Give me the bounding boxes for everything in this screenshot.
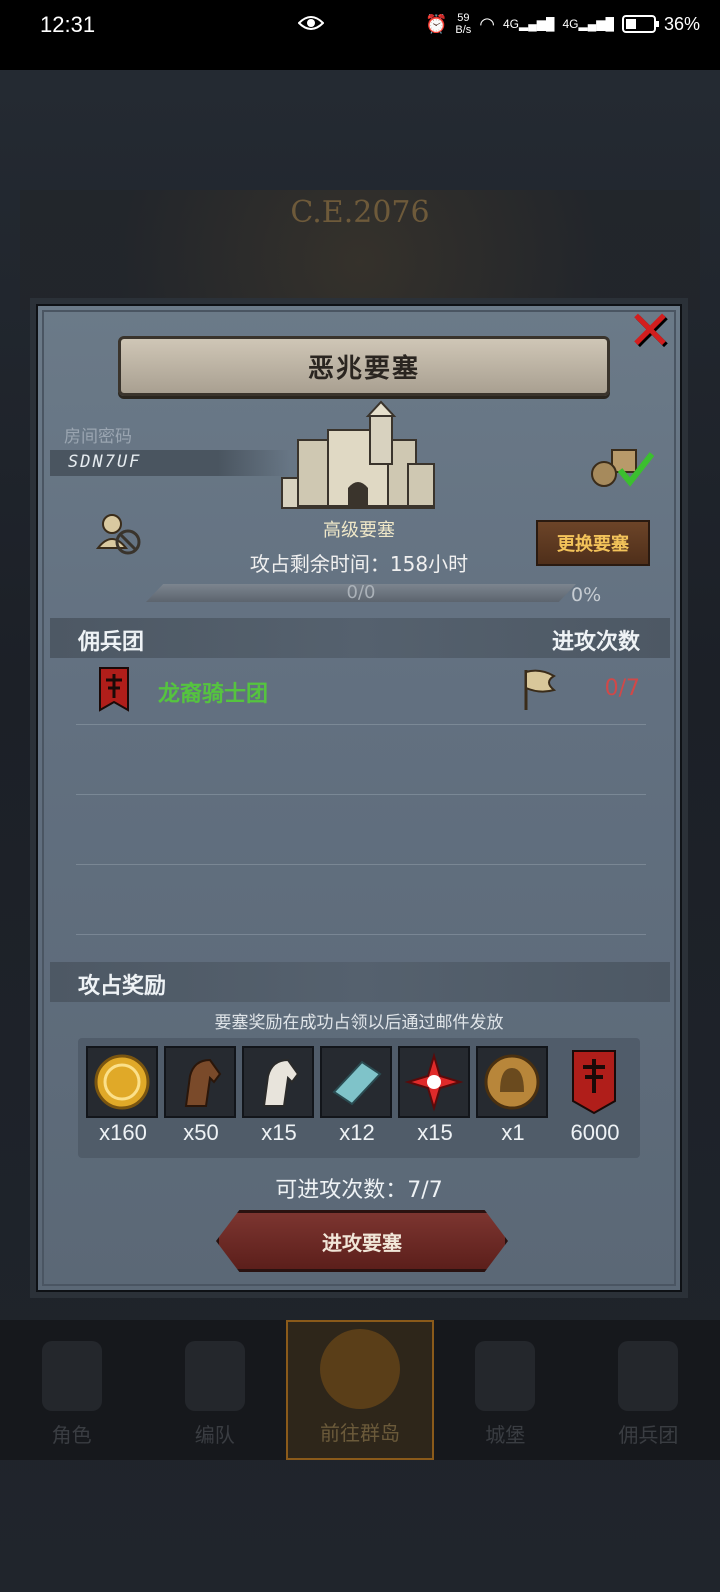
nav-castle[interactable]: 城堡 xyxy=(434,1320,577,1460)
no-participant-icon xyxy=(95,514,141,555)
white-horse-icon xyxy=(262,1058,300,1107)
reward-item[interactable]: x50 xyxy=(164,1046,238,1156)
globe-icon xyxy=(320,1329,400,1409)
reward-item[interactable]: x1 xyxy=(476,1046,550,1156)
guild-banner-icon xyxy=(99,667,129,712)
castle-icon xyxy=(281,400,435,509)
castle-icon xyxy=(475,1341,536,1411)
nav-guild[interactable]: 佣兵团 xyxy=(577,1320,720,1460)
guild-icon xyxy=(618,1341,679,1411)
change-fortress-button[interactable]: 更换要塞 xyxy=(536,520,650,566)
title-plate: 恶兆要塞 xyxy=(118,336,610,396)
net-speed: 59 B/s xyxy=(455,12,472,36)
reward-item[interactable]: 6000 xyxy=(558,1046,632,1156)
cloth-roll-icon xyxy=(332,1060,382,1106)
reward-item[interactable]: x12 xyxy=(320,1046,394,1156)
status-time: 12:31 xyxy=(40,12,96,37)
brown-horse-icon xyxy=(184,1058,222,1107)
reward-item[interactable]: x15 xyxy=(242,1046,316,1156)
reward-hint: 要塞奖励在成功占领以后通过邮件发放 xyxy=(214,1013,504,1033)
knight-medal-icon xyxy=(484,1054,540,1110)
status-bar: 12:31 ⏰ 59 B/s ︎◠ 4G▂▄▆█ 4G▂▄▆█ 36% xyxy=(0,0,720,70)
supply-check-icon xyxy=(591,449,654,487)
guild-column-title: 佣兵团 xyxy=(78,630,145,655)
room-password-label: 房间密码 xyxy=(64,427,132,447)
eye-icon xyxy=(298,16,324,30)
battery-percent: 36% xyxy=(663,13,700,34)
bottom-navigation: 角色 编队 前往群岛 城堡 佣兵团 xyxy=(0,1320,720,1460)
guild-banner-icon xyxy=(572,1050,616,1115)
row-divider xyxy=(76,864,646,865)
progress-percent: 0% xyxy=(571,584,602,606)
attack-fortress-button[interactable]: 进攻要塞 xyxy=(216,1210,508,1272)
close-button[interactable]: ✕ xyxy=(626,304,674,358)
reward-item[interactable]: x15 xyxy=(398,1046,472,1156)
nav-character[interactable]: 角色 xyxy=(0,1320,143,1460)
nav-formation[interactable]: 编队 xyxy=(143,1320,286,1460)
character-icon xyxy=(41,1341,102,1411)
signal-icon-2: 4G▂▄▆█ xyxy=(562,17,614,31)
reward-item[interactable]: x160 xyxy=(86,1046,160,1156)
wifi-icon: ︎◠ xyxy=(479,13,495,34)
room-password-value: SDN7UF xyxy=(68,452,142,472)
row-divider xyxy=(76,724,646,725)
battery-icon xyxy=(621,15,659,33)
flag-icon xyxy=(524,669,556,710)
signal-icon-1: 4G▂▄▆█ xyxy=(503,17,555,31)
guild-attack-count: 0/7 xyxy=(604,676,640,701)
gold-coin-icon xyxy=(94,1054,150,1110)
nav-islands[interactable]: 前往群岛 xyxy=(286,1320,434,1460)
reward-title: 攻占奖励 xyxy=(78,974,167,999)
dialog-title: 恶兆要塞 xyxy=(307,353,420,384)
red-star-icon xyxy=(404,1052,464,1112)
formation-icon xyxy=(184,1341,245,1411)
row-divider xyxy=(76,794,646,795)
era-label: C.E.2076 xyxy=(290,195,430,230)
attacks-column-title: 进攻次数 xyxy=(551,630,640,655)
guild-name[interactable]: 龙裔骑士团 xyxy=(158,676,268,708)
fortress-dialog: ✕ 恶兆要塞 房间密码 SDN7UF 高级要塞 攻占剩余时间：158小时 更换要… xyxy=(30,298,688,1298)
progress-count: 0/0 xyxy=(346,582,376,603)
alarm-icon: ⏰ xyxy=(424,13,448,34)
remaining-attacks: 可进攻次数：7/7 xyxy=(275,1178,443,1203)
row-divider xyxy=(76,934,646,935)
